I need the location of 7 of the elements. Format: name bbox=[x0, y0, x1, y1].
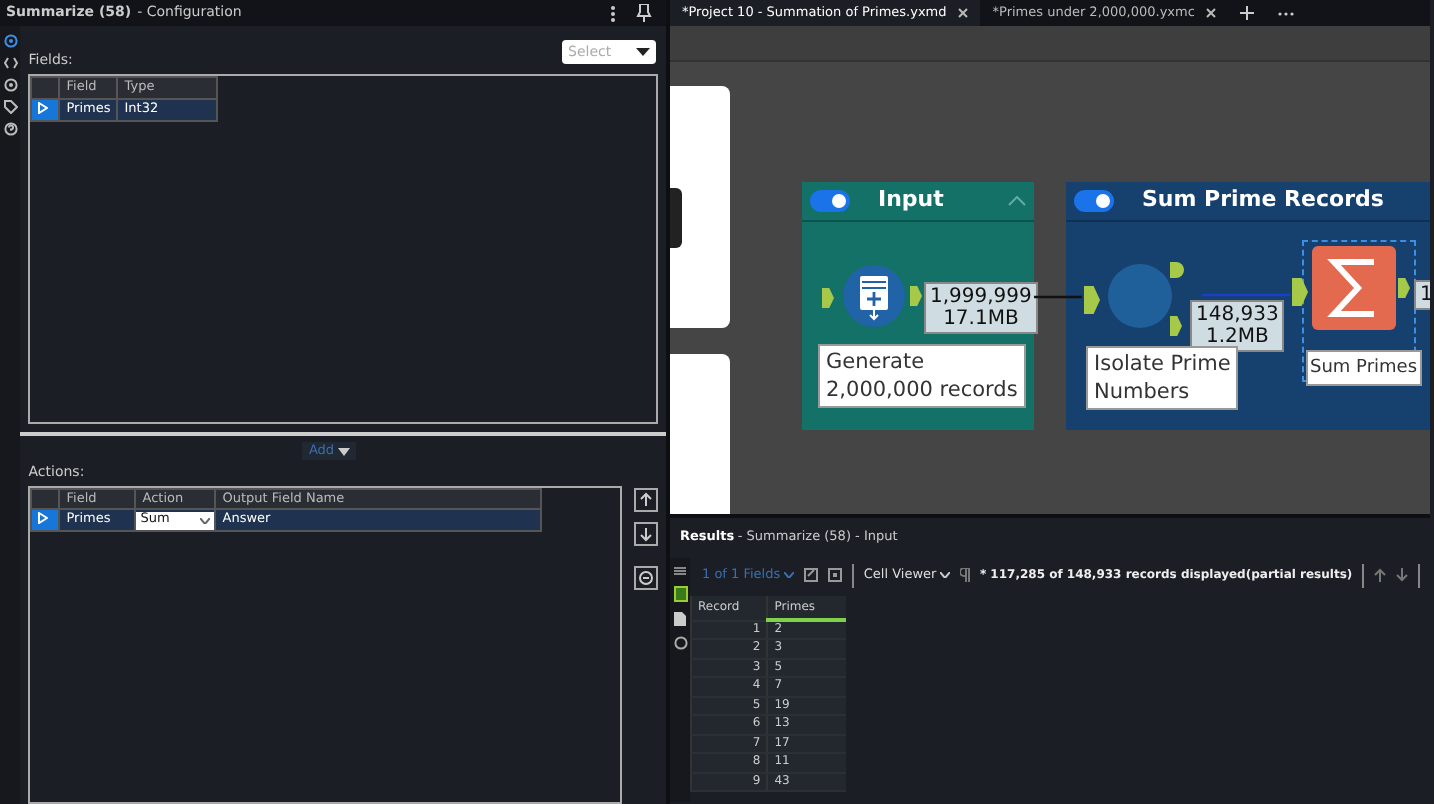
container-title: Input bbox=[878, 184, 944, 217]
tool-label: Sum Primes bbox=[1306, 350, 1422, 386]
container-title: Sum Prime Records bbox=[1142, 184, 1384, 217]
tool-label: Generate 2,000,000 records bbox=[818, 344, 1026, 408]
record-count: 148,933 1.2MB bbox=[1190, 300, 1285, 352]
tool-label: Isolate Prime Numbers bbox=[1086, 346, 1239, 410]
record-count: 1,999,999 17.1MB bbox=[924, 282, 1038, 334]
